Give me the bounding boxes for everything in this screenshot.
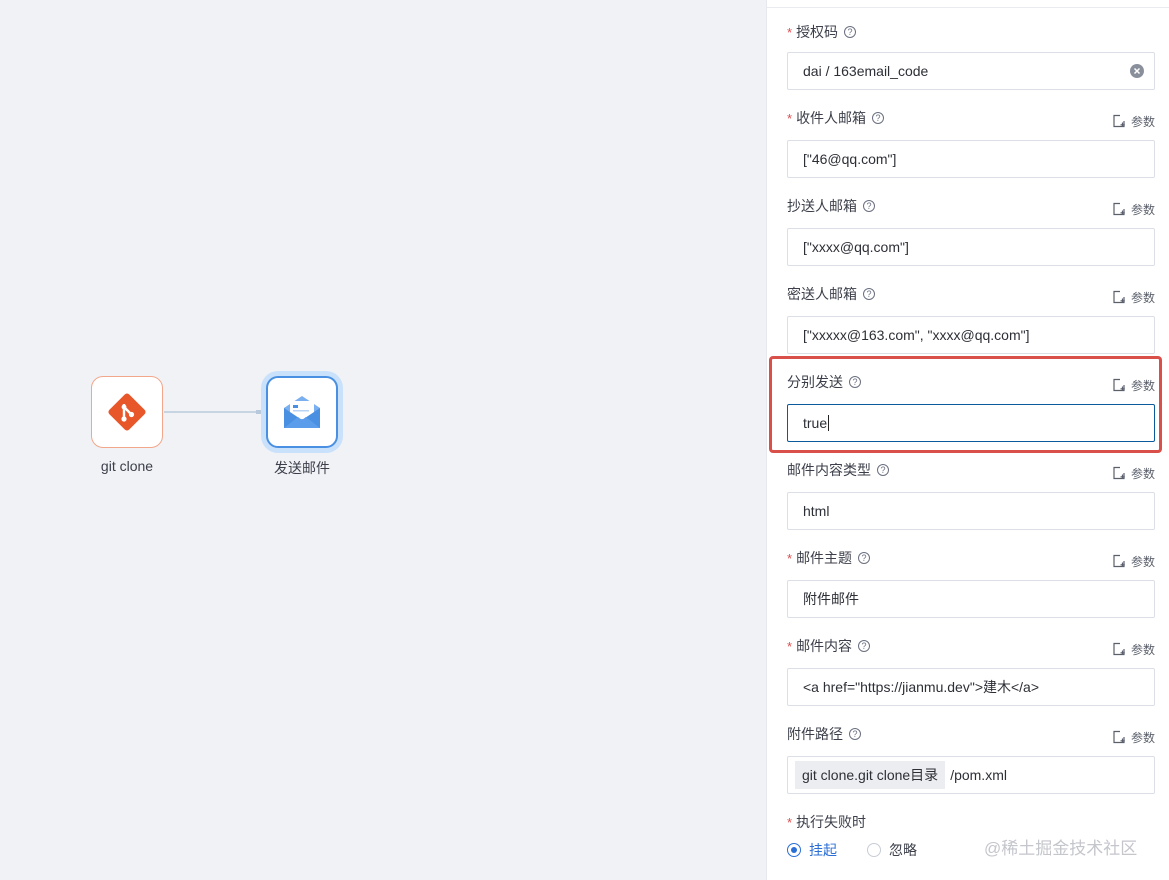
param-icon (1113, 554, 1125, 568)
bcc-input[interactable]: ["xxxxx@163.com", "xxxx@qq.com"] (787, 316, 1155, 354)
field-label: * 授权码 ? (787, 22, 857, 42)
cc-input[interactable]: ["xxxx@qq.com"] (787, 228, 1155, 266)
param-button[interactable]: 参数 (1112, 465, 1155, 482)
param-icon (1113, 642, 1125, 656)
help-icon[interactable]: ? (849, 728, 861, 740)
required-mark: * (787, 550, 793, 566)
field-body: * 邮件内容 ? 参数 <a href="https://jianmu.dev"… (787, 636, 1155, 706)
radio-suspend[interactable]: 挂起 (787, 840, 837, 860)
radio-circle[interactable] (867, 843, 881, 857)
field-label: 分别发送 ? (787, 372, 861, 392)
param-icon (1113, 202, 1125, 216)
field-label: * 执行失败时 (787, 814, 867, 830)
workflow-canvas[interactable]: git clone 发送邮件 (0, 0, 766, 880)
node-git-clone-box[interactable] (91, 376, 163, 448)
param-button[interactable]: 参数 (1112, 729, 1155, 746)
subject-input[interactable]: 附件邮件 (787, 580, 1155, 618)
field-subject: * 邮件主题 ? 参数 附件邮件 (787, 548, 1155, 618)
field-label: 密送人邮箱 ? (787, 284, 875, 304)
auth-code-select[interactable]: dai / 163email_code (787, 52, 1155, 90)
param-button[interactable]: 参数 (1112, 377, 1155, 394)
radio-ignore[interactable]: 忽略 (867, 840, 917, 860)
help-icon[interactable]: ? (858, 640, 871, 652)
field-cc: 抄送人邮箱 ? 参数 ["xxxx@qq.com"] (787, 196, 1155, 266)
node-send-email-label: 发送邮件 (274, 460, 330, 476)
required-mark: * (787, 24, 793, 40)
param-button[interactable]: 参数 (1112, 289, 1155, 306)
required-mark: * (787, 814, 793, 830)
node-send-email-box[interactable] (266, 376, 338, 448)
field-label: * 邮件内容 ? (787, 636, 871, 656)
watermark: @稀土掘金技术社区 (984, 839, 1138, 858)
clear-icon[interactable] (1130, 64, 1144, 78)
param-reference-tag[interactable]: git clone.git clone目录 (795, 761, 946, 789)
field-label: 附件路径 ? (787, 724, 861, 744)
param-button[interactable]: 参数 (1112, 201, 1155, 218)
open-envelope-icon (284, 396, 320, 428)
node-config-panel: * 授权码 ? dai / 163email_code * 收件人邮箱 ? 参数 (766, 0, 1169, 880)
node-send-email[interactable]: 发送邮件 (266, 376, 338, 478)
param-icon (1113, 378, 1125, 392)
panel-divider (767, 7, 1169, 8)
field-label: * 邮件主题 ? (787, 548, 871, 568)
node-git-clone-label: git clone (100, 458, 154, 474)
param-icon (1113, 290, 1125, 304)
recipients-input[interactable]: ["46@qq.com"] (787, 140, 1155, 178)
body-input[interactable]: <a href="https://jianmu.dev">建木</a> (787, 668, 1155, 706)
send-separately-input[interactable]: true (787, 404, 1155, 442)
node-git-clone[interactable]: git clone (91, 376, 163, 474)
help-icon[interactable]: ? (858, 552, 871, 564)
attachment-path-input[interactable]: git clone.git clone目录 /pom.xml (787, 756, 1155, 794)
param-icon (1113, 730, 1125, 744)
field-label: * 收件人邮箱 ? (787, 108, 885, 128)
param-button[interactable]: 参数 (1112, 113, 1155, 130)
help-icon[interactable]: ? (877, 464, 889, 476)
field-send-separately: 分别发送 ? 参数 true (787, 372, 1155, 442)
field-label: 抄送人邮箱 ? (787, 196, 875, 216)
field-label: 邮件内容类型 ? (787, 460, 889, 480)
help-icon[interactable]: ? (872, 112, 885, 124)
param-icon (1113, 466, 1125, 480)
help-icon[interactable]: ? (844, 26, 857, 38)
field-attachment-path: 附件路径 ? 参数 git clone.git clone目录 /pom.xml (787, 724, 1155, 794)
text-caret (828, 415, 830, 431)
field-content-type: 邮件内容类型 ? 参数 html (787, 460, 1155, 530)
help-icon[interactable]: ? (863, 200, 875, 212)
radio-circle[interactable] (787, 843, 801, 857)
field-auth-code: * 授权码 ? dai / 163email_code (787, 22, 1155, 90)
git-icon (108, 393, 146, 431)
param-icon (1113, 114, 1125, 128)
help-icon[interactable]: ? (863, 288, 875, 300)
required-mark: * (787, 110, 793, 126)
required-mark: * (787, 638, 793, 654)
flow-edge (164, 410, 266, 414)
field-bcc: 密送人邮箱 ? 参数 ["xxxxx@163.com", "xxxx@qq.co… (787, 284, 1155, 354)
param-button[interactable]: 参数 (1112, 641, 1155, 658)
help-icon[interactable]: ? (849, 376, 861, 388)
field-recipients: * 收件人邮箱 ? 参数 ["46@qq.com"] (787, 108, 1155, 178)
param-button[interactable]: 参数 (1112, 553, 1155, 570)
content-type-input[interactable]: html (787, 492, 1155, 530)
